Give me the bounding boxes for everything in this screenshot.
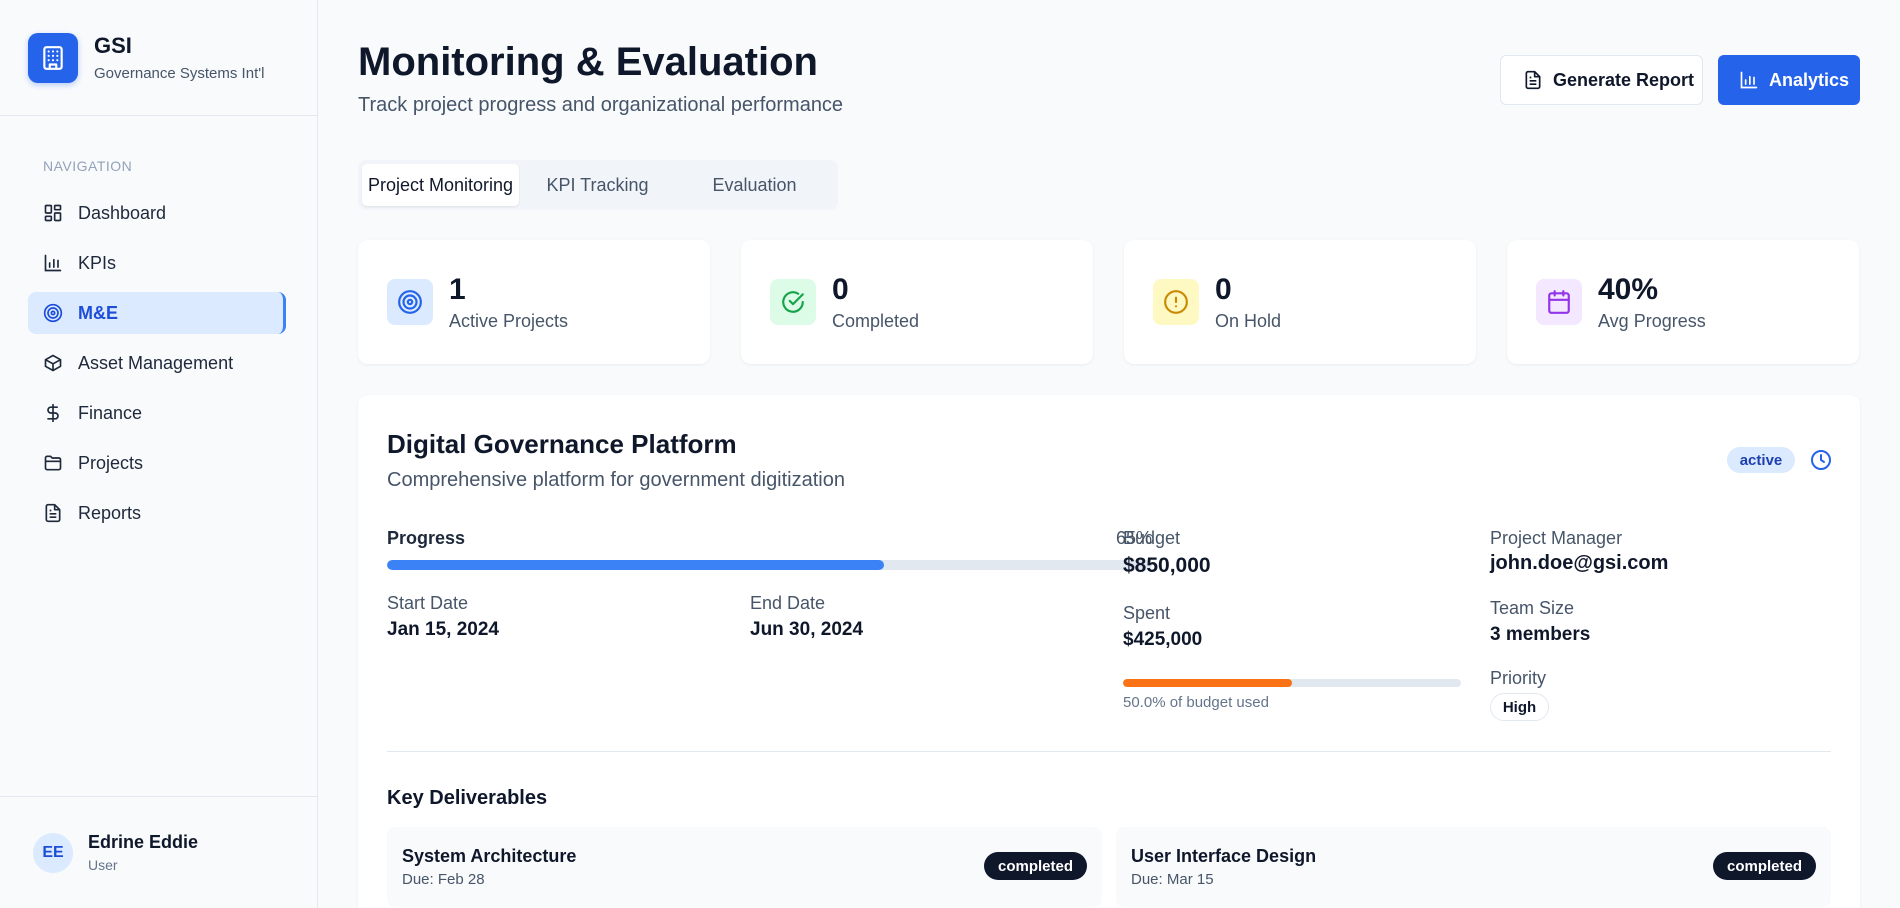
sidebar-item-label: Projects xyxy=(78,452,144,473)
start-date-label: Start Date xyxy=(387,593,469,613)
sidebar-nav: Dashboard KPIs M&E Asset Management Fina… xyxy=(28,192,286,542)
stat-label: On Hold xyxy=(1215,310,1282,331)
stat-card-completed: 0 Completed xyxy=(741,240,1093,364)
sidebar-item-label: Asset Management xyxy=(78,352,234,373)
tab-kpi-tracking[interactable]: KPI Tracking xyxy=(519,164,676,206)
brand: GSI Governance Systems Int'l xyxy=(0,0,317,116)
nav-heading: NAVIGATION xyxy=(43,158,133,174)
bar-chart-icon xyxy=(1740,71,1758,89)
target-icon xyxy=(387,279,433,325)
user-profile[interactable]: EE Edrine Eddie User xyxy=(0,796,317,908)
calendar-icon xyxy=(1536,279,1582,325)
end-date-label: End Date xyxy=(750,593,826,613)
brand-subtitle: Governance Systems Int'l xyxy=(94,65,265,82)
spent-label: Spent xyxy=(1123,603,1171,623)
manager-value: john.doe@gsi.com xyxy=(1490,552,1669,574)
deliverable-status-badge: completed xyxy=(1712,852,1816,880)
stat-value: 0 xyxy=(1215,272,1232,306)
sidebar-item-projects[interactable]: Projects xyxy=(28,442,286,484)
stat-value: 0 xyxy=(832,272,849,306)
sidebar-item-reports[interactable]: Reports xyxy=(28,492,286,534)
sidebar-item-label: Finance xyxy=(78,402,143,423)
analytics-label: Analytics xyxy=(1769,69,1850,90)
main-content: Monitoring & Evaluation Track project pr… xyxy=(318,0,1900,908)
progress-bar-fill xyxy=(387,560,885,570)
budget-used-text: 50.0% of budget used xyxy=(1123,694,1269,711)
tab-evaluation[interactable]: Evaluation xyxy=(676,164,833,206)
team-size-label: Team Size xyxy=(1490,598,1575,618)
budget-bar xyxy=(1123,679,1461,687)
user-role: User xyxy=(88,857,118,873)
page-subtitle: Track project progress and organizationa… xyxy=(358,94,844,116)
start-date-value: Jan 15, 2024 xyxy=(387,619,499,640)
deliverable-item[interactable]: System Architecture Due: Feb 28 complete… xyxy=(387,827,1102,907)
deliverable-item[interactable]: User Interface Design Due: Mar 15 comple… xyxy=(1116,827,1831,907)
spent-value: $425,000 xyxy=(1123,629,1203,650)
page-title: Monitoring & Evaluation xyxy=(358,40,818,84)
manager-label: Project Manager xyxy=(1490,528,1623,548)
budget-value: $850,000 xyxy=(1123,554,1211,577)
sidebar-item-label: M&E xyxy=(78,302,118,323)
file-text-icon xyxy=(45,503,61,523)
generate-report-label: Generate Report xyxy=(1553,69,1695,90)
analytics-button[interactable]: Analytics xyxy=(1718,55,1860,105)
stat-card-avg-progress: 40% Avg Progress xyxy=(1507,240,1859,364)
user-name: Edrine Eddie xyxy=(88,832,199,852)
file-text-icon xyxy=(1525,70,1541,90)
stat-label: Active Projects xyxy=(449,310,569,331)
sidebar-item-finance[interactable]: Finance xyxy=(28,392,286,434)
project-description: Comprehensive platform for government di… xyxy=(387,469,845,491)
stat-card-on-hold: 0 On Hold xyxy=(1124,240,1476,364)
folder-icon xyxy=(44,455,62,471)
stat-card-active-projects: 1 Active Projects xyxy=(358,240,710,364)
project-card: Digital Governance Platform Comprehensiv… xyxy=(358,395,1860,908)
status-badge: active xyxy=(1727,447,1795,473)
sidebar-item-label: KPIs xyxy=(78,252,117,273)
clock-icon[interactable] xyxy=(1809,448,1833,472)
avatar: EE xyxy=(33,832,73,873)
tab-list: Project Monitoring KPI Tracking Evaluati… xyxy=(358,160,838,210)
deliverable-name: User Interface Design xyxy=(1131,846,1317,866)
building-icon xyxy=(28,32,78,83)
grid-icon xyxy=(44,204,62,222)
bar-chart-icon xyxy=(44,254,62,272)
alert-circle-icon xyxy=(1153,279,1199,325)
stat-value: 40% xyxy=(1598,272,1659,306)
deliverables-title: Key Deliverables xyxy=(387,787,548,809)
deliverable-name: System Architecture xyxy=(402,846,577,866)
sidebar-item-label: Reports xyxy=(78,502,142,523)
progress-label: Progress xyxy=(387,528,466,548)
budget-label: Budget xyxy=(1123,528,1181,548)
stat-value: 1 xyxy=(449,272,466,306)
priority-badge: High xyxy=(1490,693,1549,721)
progress-bar xyxy=(387,560,1152,570)
sidebar: GSI Governance Systems Int'l NAVIGATION … xyxy=(0,0,318,908)
deliverable-due: Due: Mar 15 xyxy=(1131,871,1214,888)
stat-label: Completed xyxy=(832,310,920,331)
sidebar-item-label: Dashboard xyxy=(78,202,167,223)
dollar-icon xyxy=(47,403,59,423)
generate-report-button[interactable]: Generate Report xyxy=(1500,55,1703,105)
project-title: Digital Governance Platform xyxy=(387,429,737,459)
target-icon xyxy=(43,303,63,323)
sidebar-item-me[interactable]: M&E xyxy=(28,292,286,334)
sidebar-item-dashboard[interactable]: Dashboard xyxy=(28,192,286,234)
deliverable-due: Due: Feb 28 xyxy=(402,871,485,888)
stat-label: Avg Progress xyxy=(1598,310,1706,331)
divider xyxy=(387,751,1831,752)
deliverable-status-badge: completed xyxy=(983,852,1087,880)
sidebar-item-asset-management[interactable]: Asset Management xyxy=(28,342,286,384)
sidebar-item-kpis[interactable]: KPIs xyxy=(28,242,286,284)
box-icon xyxy=(44,354,62,372)
budget-bar-fill xyxy=(1123,679,1292,687)
priority-label: Priority xyxy=(1490,668,1547,688)
end-date-value: Jun 30, 2024 xyxy=(750,619,864,640)
check-circle-icon xyxy=(770,279,816,325)
team-size-value: 3 members xyxy=(1490,624,1591,645)
brand-name: GSI xyxy=(94,33,132,58)
tab-project-monitoring[interactable]: Project Monitoring xyxy=(362,164,519,206)
